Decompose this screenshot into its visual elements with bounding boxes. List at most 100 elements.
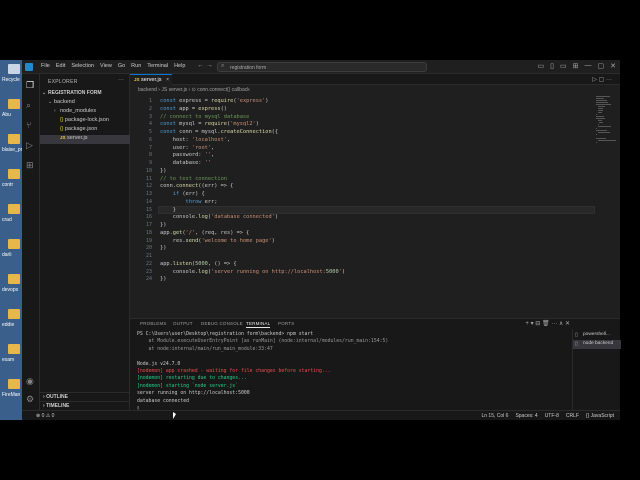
menu-view[interactable]: View	[97, 63, 115, 69]
code-line[interactable]: console.log('server running on http://lo…	[160, 269, 345, 275]
code-line[interactable]: const express = require('express')	[160, 98, 268, 104]
minimap[interactable]	[596, 96, 616, 156]
code-line[interactable]: if (err) {	[160, 191, 205, 197]
close-button[interactable]: ✕	[610, 62, 616, 70]
folder-icon	[8, 274, 20, 284]
tree-item-server-js[interactable]: JS server.js	[40, 135, 130, 144]
source-control-icon[interactable]: ⑂	[26, 120, 31, 130]
desktop-icon[interactable]: Abu	[2, 99, 22, 129]
code-line[interactable]: const app = express()	[160, 106, 227, 112]
tree-item-package-json[interactable]: {} package.json	[40, 126, 130, 135]
minimap-line	[596, 128, 597, 129]
editor-actions[interactable]: ▷ ▢ ···	[592, 76, 612, 83]
code-line[interactable]: app.listen(5000, () => {	[160, 261, 237, 267]
tree-item-label: package.json	[64, 126, 98, 132]
code-line[interactable]: conn.connect((err) => {	[160, 183, 233, 189]
command-center-text: registration form	[230, 64, 267, 71]
terminal-item-powershell[interactable]: ▯ powershell...	[573, 331, 621, 340]
code-line[interactable]: }	[160, 207, 176, 213]
code-line[interactable]: })	[160, 276, 166, 282]
minimap-line	[596, 134, 597, 135]
code-line[interactable]: // connect to mysql database	[160, 114, 249, 120]
menu-file[interactable]: File	[38, 63, 53, 69]
line-ending[interactable]: CRLF	[566, 413, 579, 419]
explorer-icon[interactable]: ❐	[26, 80, 34, 90]
settings-gear-icon[interactable]: ⚙	[26, 394, 34, 404]
code-line[interactable]: console.log('database connected')	[160, 214, 278, 220]
layout-custom-icon[interactable]: ⊞	[573, 62, 579, 70]
desktop-icon[interactable]: darli	[2, 239, 22, 269]
code-line[interactable]: const mysql = require('mysql2')	[160, 121, 259, 127]
encoding[interactable]: UTF-8	[545, 413, 559, 419]
menu-edit[interactable]: Edit	[53, 63, 68, 69]
tab-ports[interactable]: PORTS	[278, 321, 294, 326]
code-line[interactable]: database: ''	[160, 160, 211, 166]
code-line[interactable]: const conn = mysql.createConnection({	[160, 129, 278, 135]
problems-count[interactable]: ⊗ 0 ⚠ 0	[36, 413, 54, 419]
code-line[interactable]: app.get('/', (req, res) => {	[160, 230, 249, 236]
code-line[interactable]: password: '',	[160, 152, 215, 158]
tab-problems[interactable]: PROBLEMS	[140, 321, 167, 326]
more-actions-icon[interactable]: ···	[118, 77, 124, 83]
json-file-icon: {}	[60, 117, 64, 123]
tree-item-backend[interactable]: ⌄ backend	[40, 99, 130, 108]
outline-section[interactable]: › OUTLINE	[40, 392, 130, 401]
menu-selection[interactable]: Selection	[68, 63, 97, 69]
close-tab-icon[interactable]: ×	[166, 77, 169, 83]
search-icon[interactable]: ⌕	[26, 100, 31, 110]
minimize-button[interactable]: —	[585, 62, 592, 70]
line-number: 15	[145, 206, 152, 213]
menu-go[interactable]: Go	[115, 63, 128, 69]
menu-terminal[interactable]: Terminal	[144, 63, 171, 69]
tab-server-js[interactable]: JS server.js ×	[130, 74, 172, 85]
account-icon[interactable]: ◉	[26, 376, 34, 386]
menu-run[interactable]: Run	[128, 63, 144, 69]
breadcrumb[interactable]: backend › JS server.js › ⊙ conn.connect(…	[138, 87, 250, 93]
current-line-highlight	[158, 205, 595, 214]
tab-output[interactable]: OUTPUT	[173, 321, 193, 326]
code-line[interactable]: })	[160, 245, 166, 251]
minimap-line	[596, 102, 609, 103]
project-folder[interactable]: ⌄ REGISTRATION FORM	[40, 90, 130, 99]
vscode-logo-icon	[25, 63, 33, 71]
terminal-icon: ▯	[575, 341, 578, 347]
desktop-icon[interactable]: blaise_pr	[2, 134, 22, 164]
tree-item-package-lock[interactable]: {} package-lock.json	[40, 117, 130, 126]
run-debug-icon[interactable]: ▷	[26, 140, 33, 150]
code-line[interactable]: host: 'localhost',	[160, 137, 230, 143]
desktop-icon[interactable]: eddie	[2, 309, 22, 339]
command-center[interactable]: ⌕ registration form	[217, 62, 427, 72]
desktop-icon[interactable]: FireMan	[2, 379, 22, 409]
extensions-icon[interactable]: ⊞	[26, 160, 34, 170]
nav-arrows[interactable]: ← →	[197, 62, 213, 69]
desktop-icon[interactable]: crad	[2, 204, 22, 234]
layout-secondary-icon[interactable]: ▭	[560, 62, 567, 70]
code-line[interactable]: res.send('welcome to home page')	[160, 238, 275, 244]
layout-sidebar-icon[interactable]: ▭	[538, 62, 545, 70]
desktop-icon[interactable]: Recycle	[2, 64, 22, 94]
code-line[interactable]: })	[160, 222, 166, 228]
terminal-line: PS C:\Users\user\Desktop\registration fo…	[137, 332, 314, 337]
maximize-button[interactable]: ▢	[598, 62, 605, 70]
code-line[interactable]: // to test connection	[160, 176, 227, 182]
tab-debug-console[interactable]: DEBUG CONSOLE	[201, 321, 243, 326]
panel-actions[interactable]: + ▾ ⊟ 🗑 ··· ∧ ✕	[525, 320, 570, 327]
code-line[interactable]: user: 'root',	[160, 145, 214, 151]
tree-item-node-modules[interactable]: › node_modules	[40, 108, 130, 117]
terminal-item-node[interactable]: ▯ node backend	[573, 340, 621, 349]
menu-help[interactable]: Help	[171, 63, 188, 69]
code-line[interactable]: throw err;	[160, 199, 218, 205]
tab-terminal[interactable]: TERMINAL	[246, 321, 271, 328]
line-number: 19	[145, 237, 152, 244]
desktop-icon[interactable]: contr	[2, 169, 22, 199]
minimap-line	[597, 108, 603, 109]
cursor-position[interactable]: Ln 15, Col 6	[481, 413, 508, 419]
desktop-icon[interactable]: devops	[2, 274, 22, 304]
desktop-icon-label: devops	[2, 287, 19, 293]
layout-panel-icon[interactable]: ▯	[550, 62, 554, 70]
desktop-icon[interactable]: exam	[2, 344, 22, 374]
code-line[interactable]: })	[160, 168, 166, 174]
timeline-section[interactable]: › TIMELINE	[40, 401, 130, 410]
language-mode[interactable]: {} JavaScript	[586, 413, 614, 419]
indent-setting[interactable]: Spaces: 4	[515, 413, 537, 419]
